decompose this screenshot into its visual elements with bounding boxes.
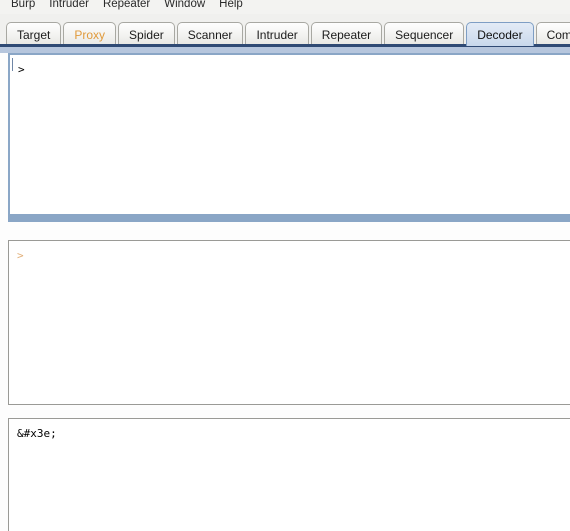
text-caret	[12, 58, 13, 71]
tab-repeater[interactable]: Repeater	[310, 22, 383, 46]
menu-item-intruder[interactable]: Intruder	[42, 0, 96, 13]
menu-item-repeater[interactable]: Repeater	[96, 0, 157, 13]
burp-suite-window: Burp Intruder Repeater Window Help Targe…	[0, 0, 570, 531]
decoder-input-accent-bar	[8, 216, 570, 222]
menu-bar: Burp Intruder Repeater Window Help	[0, 0, 570, 14]
menu-item-burp[interactable]: Burp	[4, 0, 42, 13]
main-tab-strip: Target Proxy Spider Scanner Intruder Rep…	[0, 14, 570, 47]
decoder-output-textarea[interactable]: &#x3e;	[8, 418, 570, 531]
tab-intruder[interactable]: Intruder	[245, 22, 309, 46]
tab-decoder[interactable]: Decoder	[466, 22, 534, 46]
tab-scanner[interactable]: Scanner	[176, 22, 244, 46]
decoder-stage-text: >	[17, 249, 24, 262]
tab-comparer[interactable]: Compare	[535, 22, 570, 46]
decoder-output-text: &#x3e;	[17, 427, 57, 440]
menu-item-window[interactable]: Window	[157, 0, 212, 13]
decoder-input-textarea[interactable]: >	[8, 53, 570, 216]
menu-item-help[interactable]: Help	[212, 0, 250, 13]
tab-target[interactable]: Target	[6, 22, 62, 46]
tab-spider[interactable]: Spider	[118, 22, 175, 46]
decoder-stage-textarea[interactable]: >	[8, 240, 570, 405]
main-tab-list: Target Proxy Spider Scanner Intruder Rep…	[6, 18, 570, 46]
tab-proxy[interactable]: Proxy	[63, 22, 117, 46]
decoder-input-text: >	[18, 63, 25, 76]
tab-sequencer[interactable]: Sequencer	[384, 22, 465, 46]
